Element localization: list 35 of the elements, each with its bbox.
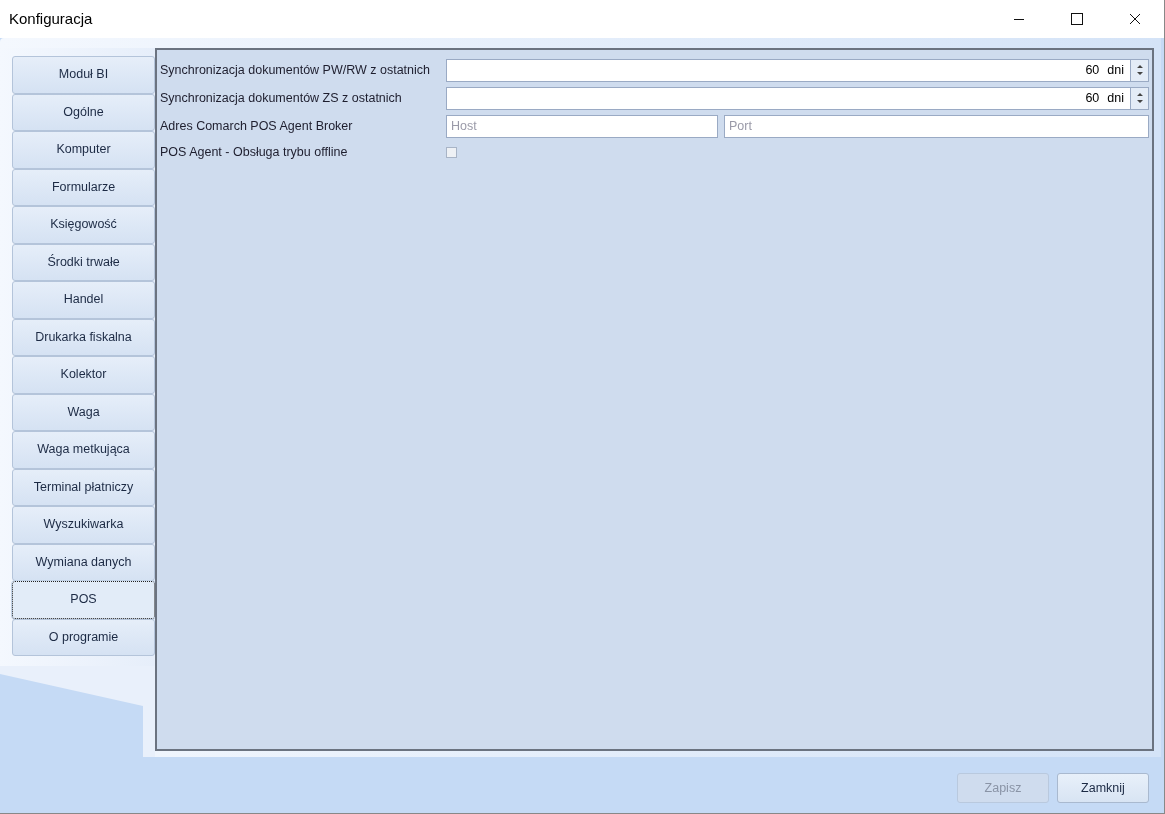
number-spinner[interactable]: 60 dni — [446, 58, 1149, 82]
nav-tab[interactable]: Księgowość — [12, 206, 155, 244]
maximize-icon — [1071, 13, 1083, 25]
spinner-arrows-icon[interactable] — [1130, 87, 1148, 109]
nav-tab[interactable]: Wymiana danych — [12, 543, 155, 581]
number-spinner[interactable]: 60 dni — [446, 86, 1149, 110]
port-field[interactable]: Port — [724, 114, 1149, 138]
unit-label: dni — [1107, 89, 1124, 107]
nav-tab[interactable]: POS — [12, 581, 155, 619]
nav-tab[interactable]: Drukarka fiskalna — [12, 318, 155, 356]
nav-tab[interactable]: Waga — [12, 393, 155, 431]
close-icon — [1129, 13, 1141, 25]
nav-tab[interactable]: O programie — [12, 618, 155, 656]
setting-label: Synchronizacja dokumentów PW/RW z ostatnich — [160, 61, 432, 79]
spinner-value: 60 — [1085, 89, 1100, 107]
nav-tab[interactable]: Ogólne — [12, 93, 155, 131]
nav-tab[interactable]: Handel — [12, 281, 155, 319]
host-field[interactable]: Host — [446, 114, 718, 138]
nav-tab[interactable]: Komputer — [12, 131, 155, 169]
unit-label: dni — [1107, 61, 1124, 79]
dialog-button[interactable]: Zamknij — [1057, 773, 1149, 803]
spinner-arrows-icon[interactable] — [1130, 59, 1148, 81]
setting-label: POS Agent - Obsługa trybu offline — [160, 143, 349, 161]
checkbox[interactable] — [446, 146, 457, 158]
nav-tab[interactable]: Środki trwałe — [12, 243, 155, 281]
setting-label: Adres Comarch POS Agent Broker — [160, 117, 354, 135]
nav-tab[interactable]: Kolektor — [12, 356, 155, 394]
nav-tab[interactable]: Moduł BI — [12, 56, 155, 94]
nav-tab[interactable]: Wyszukiwarka — [12, 506, 155, 544]
window-title: Konfiguracja — [8, 8, 93, 29]
nav-tab[interactable]: Formularze — [12, 168, 155, 206]
nav-tab[interactable]: Waga metkująca — [12, 431, 155, 469]
setting-label: Synchronizacja dokumentów ZS z ostatnich — [160, 89, 403, 107]
nav-tab[interactable]: Terminal płatniczy — [12, 468, 155, 506]
spinner-value: 60 — [1085, 61, 1100, 79]
